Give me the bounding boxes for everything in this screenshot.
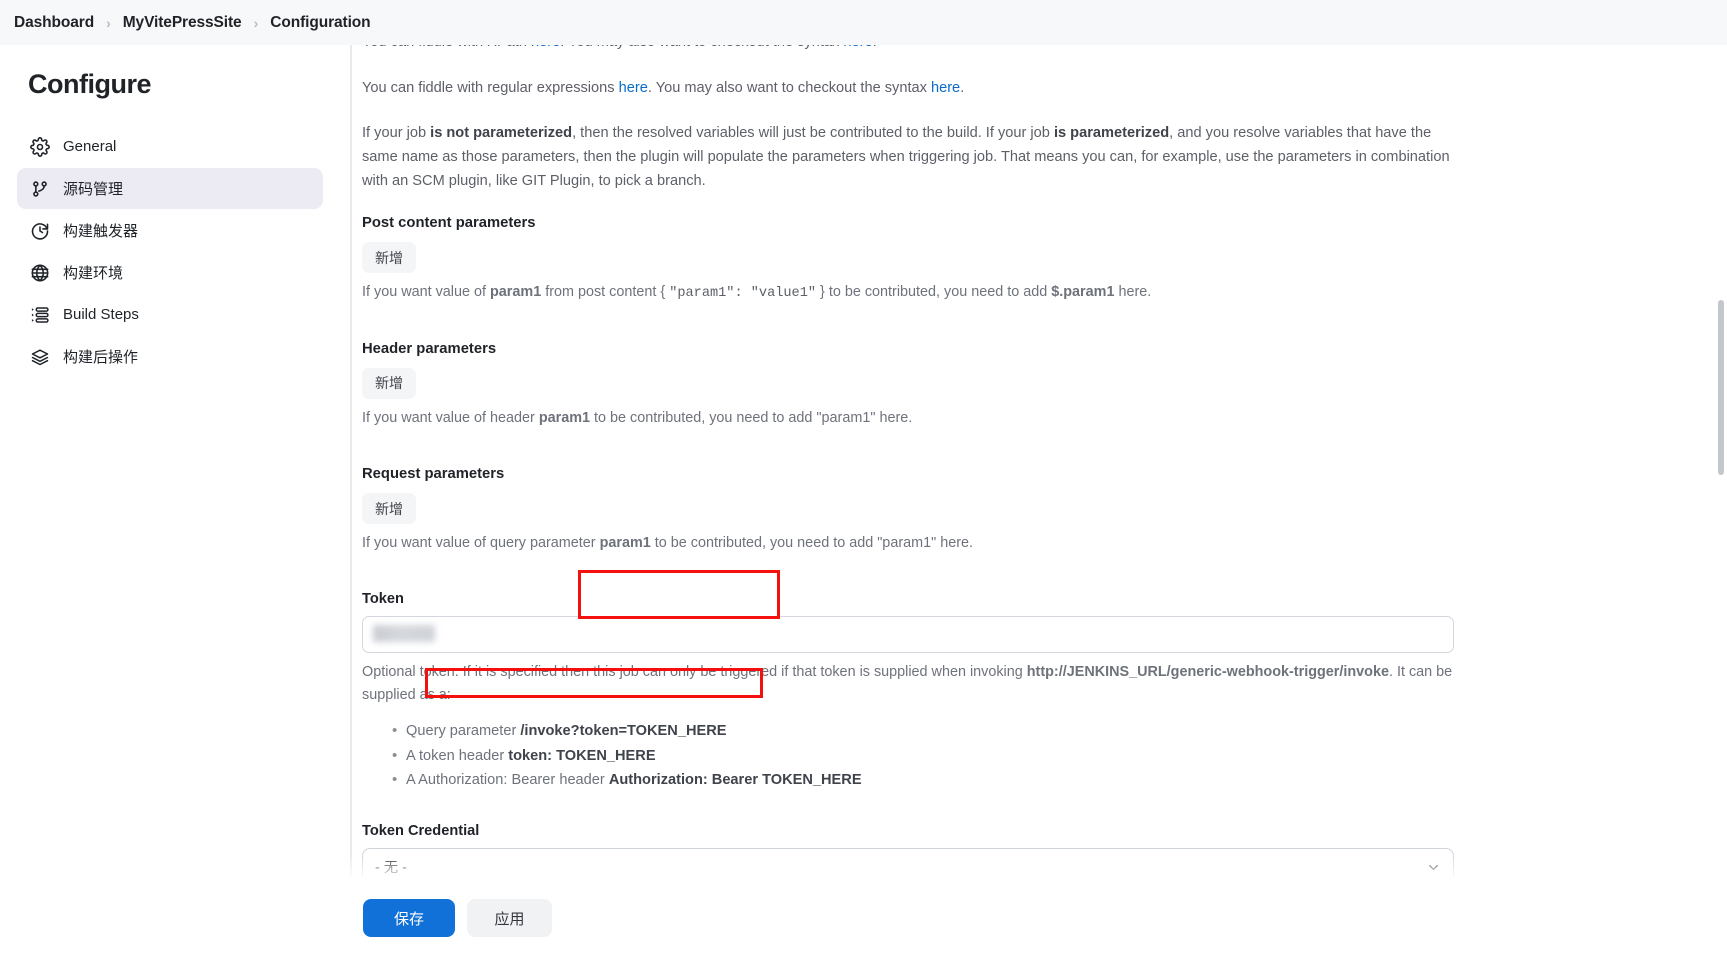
sidebar-item-build-triggers[interactable]: 构建触发器 xyxy=(17,210,323,251)
regex-link-1[interactable]: here xyxy=(619,80,648,96)
breadcrumb-item-dashboard[interactable]: Dashboard xyxy=(14,14,94,32)
header-params-add-row: 新增 xyxy=(362,368,1687,399)
text-bold: param1 xyxy=(490,284,541,300)
list-item: Query parameter /invoke?token=TOKEN_HERE xyxy=(392,720,1687,744)
text: . xyxy=(873,45,877,50)
package-icon xyxy=(29,346,50,367)
add-post-content-parameter-button[interactable]: 新增 xyxy=(362,242,416,273)
sidebar-item-source-management[interactable]: 源码管理 xyxy=(17,168,323,209)
sidebar-item-general[interactable]: General xyxy=(17,126,323,167)
sidebar: Configure General xyxy=(0,45,340,957)
list-item: A token header token: TOKEN_HERE xyxy=(392,745,1687,769)
token-credential-label: Token Credential xyxy=(362,823,1687,839)
text: If you want value of header xyxy=(362,410,539,426)
apply-button[interactable]: 应用 xyxy=(467,899,552,937)
main-content: You can fiddle with XPath here. You may … xyxy=(340,45,1715,957)
section-token: Token Optional token. If it is specified… xyxy=(362,591,1687,793)
token-hint: Optional token. If it is specified then … xyxy=(362,661,1454,707)
save-button[interactable]: 保存 xyxy=(363,899,455,937)
text: to be contributed, you need to add "para… xyxy=(590,410,912,426)
paragraph-xpath: You can fiddle with XPath here. You may … xyxy=(362,45,1452,55)
sidebar-item-label: General xyxy=(63,138,116,155)
text: If you want value of xyxy=(362,284,490,300)
sidebar-item-label: 构建触发器 xyxy=(63,220,138,241)
regex-link-2[interactable]: here xyxy=(931,80,960,96)
text-bold: $.param1 xyxy=(1051,284,1114,300)
text-bold: param1 xyxy=(600,535,651,551)
breadcrumb: Dashboard › MyVitePressSite › Configurat… xyxy=(0,0,1727,45)
section-header-parameters: Header parameters 新增 If you want value o… xyxy=(362,341,1687,430)
section-request-parameters: Request parameters 新增 If you want value … xyxy=(362,466,1687,555)
breadcrumb-separator-icon: › xyxy=(254,15,259,31)
text-bold: /invoke?token=TOKEN_HERE xyxy=(520,723,726,739)
section-post-content-parameters: Post content parameters 新增 If you want v… xyxy=(362,215,1687,305)
text: to be contributed, you need to add "para… xyxy=(651,535,973,551)
text: here. xyxy=(1114,284,1151,300)
paragraph-parameterized: If your job is not parameterized, then t… xyxy=(362,122,1452,193)
add-header-parameter-button[interactable]: 新增 xyxy=(362,368,416,399)
text: If you want value of query parameter xyxy=(362,535,600,551)
text: from post content { xyxy=(541,284,669,300)
list-item: A Authorization: Bearer header Authoriza… xyxy=(392,769,1687,793)
text: If your job xyxy=(362,125,430,141)
text: , then the resolved variables will just … xyxy=(572,125,1054,141)
text-bold: http://JENKINS_URL/generic-webhook-trigg… xyxy=(1027,664,1389,680)
token-input[interactable] xyxy=(362,616,1454,653)
text-bold: Authorization: Bearer TOKEN_HERE xyxy=(609,772,862,788)
text: A Authorization: Bearer header xyxy=(406,772,609,788)
config-form: You can fiddle with XPath here. You may … xyxy=(340,45,1715,929)
section-heading: Request parameters xyxy=(362,466,1687,482)
text-bold: is parameterized xyxy=(1054,125,1169,141)
sidebar-item-label: Build Steps xyxy=(63,306,139,323)
text: . xyxy=(960,80,964,96)
token-supply-methods-list: Query parameter /invoke?token=TOKEN_HERE… xyxy=(362,720,1687,793)
sidebar-nav: General 源码管理 xyxy=(0,126,340,377)
text: A token header xyxy=(406,748,508,764)
page-scrollbar-track[interactable] xyxy=(1715,45,1727,957)
request-params-add-row: 新增 xyxy=(362,493,1687,524)
clock-icon xyxy=(29,220,50,241)
add-request-parameter-button[interactable]: 新增 xyxy=(362,493,416,524)
text: Query parameter xyxy=(406,723,520,739)
sidebar-item-build-environment[interactable]: 构建环境 xyxy=(17,252,323,293)
text: } to be contributed, you need to add xyxy=(816,284,1051,300)
text: You can fiddle with XPath xyxy=(362,45,531,50)
text-bold: token: TOKEN_HERE xyxy=(508,748,655,764)
header-params-hint: If you want value of header param1 to be… xyxy=(362,407,1687,430)
sidebar-item-build-steps[interactable]: Build Steps xyxy=(17,294,323,335)
page-title: Configure xyxy=(0,69,340,100)
list-steps-icon xyxy=(29,304,50,325)
text: . You may also want to checkout the synt… xyxy=(648,80,931,96)
token-label: Token xyxy=(362,591,1687,607)
post-content-hint: If you want value of param1 from post co… xyxy=(362,281,1687,305)
breadcrumb-separator-icon: › xyxy=(106,15,111,31)
paragraph-regex: You can fiddle with regular expressions … xyxy=(362,77,1452,101)
sidebar-item-post-build-actions[interactable]: 构建后操作 xyxy=(17,336,323,377)
post-content-add-row: 新增 xyxy=(362,242,1687,273)
text-bold: is not parameterized xyxy=(430,125,572,141)
breadcrumb-item-configuration[interactable]: Configuration xyxy=(270,14,370,32)
form-action-bar: 保存 应用 xyxy=(340,879,1727,957)
breadcrumb-item-project[interactable]: MyVitePressSite xyxy=(123,14,242,32)
request-params-hint: If you want value of query parameter par… xyxy=(362,532,1687,555)
gear-icon xyxy=(29,136,50,157)
page-scrollbar-thumb[interactable] xyxy=(1718,300,1724,475)
section-divider-line xyxy=(350,45,352,957)
xpath-link-2[interactable]: here xyxy=(843,45,872,50)
sidebar-item-label: 构建环境 xyxy=(63,262,123,283)
code-snippet: "param1": "value1" xyxy=(669,286,816,301)
xpath-link-1[interactable]: here xyxy=(531,45,560,50)
section-heading: Header parameters xyxy=(362,341,1687,357)
token-input-wrap xyxy=(362,616,1687,653)
globe-icon xyxy=(29,262,50,283)
text: Optional token. If it is specified then … xyxy=(362,664,1027,680)
sidebar-item-label: 构建后操作 xyxy=(63,346,138,367)
sidebar-item-label: 源码管理 xyxy=(63,178,123,199)
text-bold: param1 xyxy=(539,410,590,426)
text: You can fiddle with regular expressions xyxy=(362,80,619,96)
section-heading: Post content parameters xyxy=(362,215,1687,231)
configure-page: Dashboard › MyVitePressSite › Configurat… xyxy=(0,0,1727,957)
text: . You may also want to checkout the synt… xyxy=(560,45,843,50)
source-branch-icon xyxy=(29,178,50,199)
